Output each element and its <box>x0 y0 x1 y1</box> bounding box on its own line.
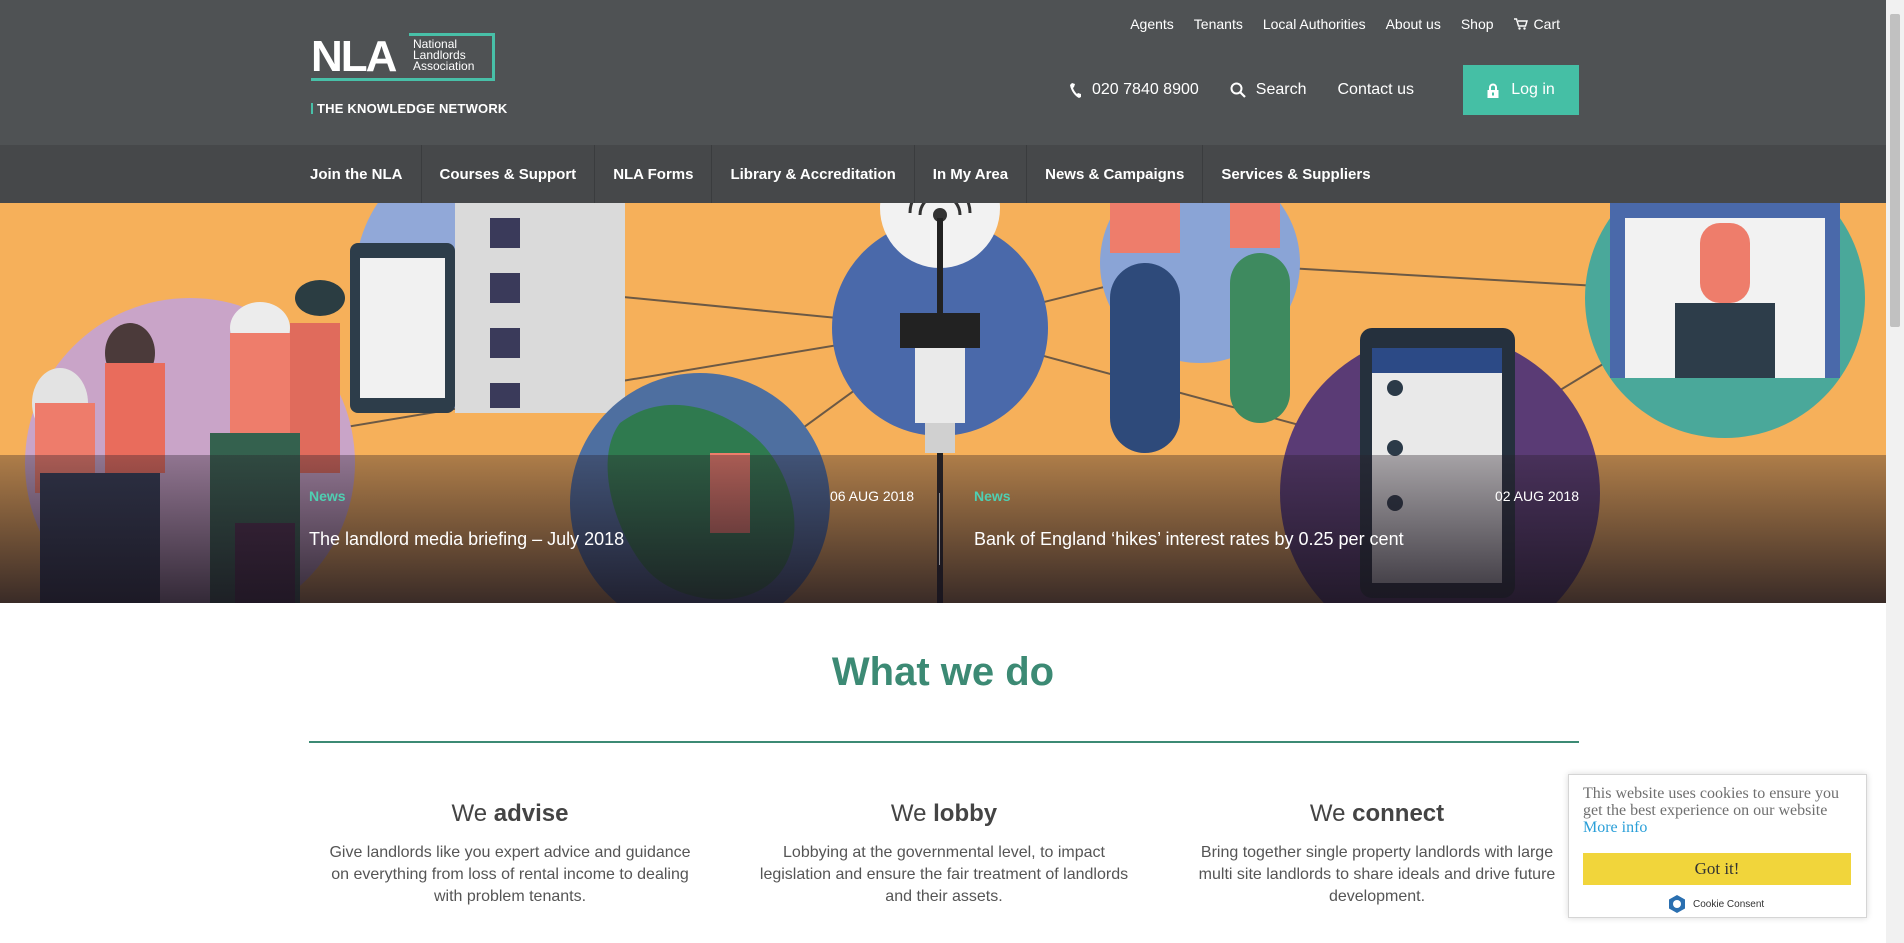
logo-tagline: THE KNOWLEDGE NETWORK <box>311 101 508 116</box>
cart-icon <box>1513 18 1528 30</box>
what-we-do-connect: We connect Bring together single propert… <box>1187 800 1567 908</box>
cookie-more-info-link[interactable]: More info <box>1583 819 1647 836</box>
logo-frame-underline <box>311 78 495 81</box>
hero-card-title[interactable]: The landlord media briefing – July 2018 <box>309 529 624 550</box>
login-label: Log in <box>1511 81 1555 98</box>
what-we-do-advise: We advise Give landlords like you expert… <box>320 800 700 908</box>
top-link-about-us[interactable]: About us <box>1386 16 1441 32</box>
hero-card-1[interactable]: News 06 AUG 2018 The landlord media brie… <box>309 488 914 568</box>
phone-icon <box>1070 83 1081 98</box>
hero-card-2[interactable]: News 02 AUG 2018 Bank of England ‘hikes’… <box>974 488 1579 568</box>
main-nav-list: Join the NLA Courses & Support NLA Forms… <box>292 145 1389 203</box>
contact-label: Contact us <box>1337 81 1414 98</box>
logo-wordmark: NLA <box>311 32 397 81</box>
hero-card-date: 02 AUG 2018 <box>1494 488 1579 504</box>
site-header: NLA National Landlords Association THE K… <box>0 0 1886 145</box>
heading-bold: advise <box>493 800 569 827</box>
heading-bold: lobby <box>933 800 998 827</box>
login-button[interactable]: Log in <box>1463 65 1579 115</box>
cookie-accept-button[interactable]: Got it! <box>1583 853 1851 885</box>
hero-card-title[interactable]: Bank of England ‘hikes’ interest rates b… <box>974 529 1404 550</box>
heading-bold: connect <box>1352 800 1445 827</box>
hero-card-tag[interactable]: News <box>974 488 1011 504</box>
search-icon <box>1230 82 1246 98</box>
section-title: What we do <box>831 650 1055 694</box>
what-we-do-lobby: We lobby Lobbying at the governmental le… <box>754 800 1134 908</box>
column-text: Give landlords like you expert advice an… <box>329 844 691 905</box>
nav-item-services[interactable]: Services & Suppliers <box>1203 145 1388 203</box>
hero-banner: News 06 AUG 2018 The landlord media brie… <box>0 203 1886 603</box>
cookie-banner: This website uses cookies to ensure you … <box>1568 774 1867 918</box>
section-divider <box>309 741 1579 743</box>
hero-card-tag[interactable]: News <box>309 488 346 504</box>
logo-mark: NLA National Landlords Association <box>311 33 495 81</box>
search-button[interactable]: Search <box>1230 81 1307 99</box>
utility-bar: 020 7840 8900 Search Contact us <box>1070 64 1445 116</box>
logo-association-text: National Landlords Association <box>413 37 475 73</box>
nav-item-news[interactable]: News & Campaigns <box>1027 145 1204 203</box>
top-links: Agents Tenants Local Authorities About u… <box>1130 16 1560 32</box>
nla-logo[interactable]: NLA National Landlords Association THE K… <box>311 33 521 117</box>
tagline-text: THE KNOWLEDGE NETWORK <box>317 101 508 116</box>
nav-item-in-my-area[interactable]: In My Area <box>915 145 1028 203</box>
hero-overlay <box>0 455 1886 603</box>
search-label: Search <box>1255 81 1307 98</box>
nav-item-join[interactable]: Join the NLA <box>292 145 422 203</box>
cart-label: Cart <box>1533 16 1560 32</box>
nav-item-courses[interactable]: Courses & Support <box>422 145 596 203</box>
top-link-shop[interactable]: Shop <box>1461 16 1494 32</box>
cart-link[interactable]: Cart <box>1513 16 1560 32</box>
column-heading: We advise <box>320 800 700 828</box>
hero-divider <box>939 493 940 565</box>
nav-item-library[interactable]: Library & Accreditation <box>712 145 915 203</box>
tagline-bar <box>311 103 313 114</box>
cookie-consent-brand[interactable]: Cookie Consent <box>1667 894 1764 914</box>
phone-link[interactable]: 020 7840 8900 <box>1070 81 1199 99</box>
heading-prefix: We <box>451 800 488 827</box>
scrollbar-thumb[interactable] <box>1890 14 1900 327</box>
top-link-tenants[interactable]: Tenants <box>1194 16 1243 32</box>
page-scrollbar[interactable] <box>1886 0 1904 943</box>
top-link-agents[interactable]: Agents <box>1130 16 1174 32</box>
phone-number: 020 7840 8900 <box>1092 81 1199 98</box>
column-heading: We connect <box>1187 800 1567 828</box>
heading-prefix: We <box>890 800 927 827</box>
cookie-message-text: This website uses cookies to ensure you … <box>1583 785 1839 819</box>
nav-item-forms[interactable]: NLA Forms <box>595 145 713 203</box>
column-text: Lobbying at the governmental level, to i… <box>759 844 1129 905</box>
cookie-brand-label: Cookie Consent <box>1693 898 1765 910</box>
cookie-consent-icon <box>1669 895 1685 913</box>
contact-us-link[interactable]: Contact us <box>1337 81 1413 99</box>
heading-prefix: We <box>1309 800 1346 827</box>
lock-icon <box>1487 83 1499 98</box>
main-nav: Join the NLA Courses & Support NLA Forms… <box>0 145 1886 203</box>
top-link-local-authorities[interactable]: Local Authorities <box>1263 16 1366 32</box>
column-heading: We lobby <box>754 800 1134 828</box>
cookie-message: This website uses cookies to ensure you … <box>1583 785 1853 836</box>
hero-card-date: 06 AUG 2018 <box>829 488 914 504</box>
column-text: Bring together single property landlords… <box>1198 844 1556 905</box>
